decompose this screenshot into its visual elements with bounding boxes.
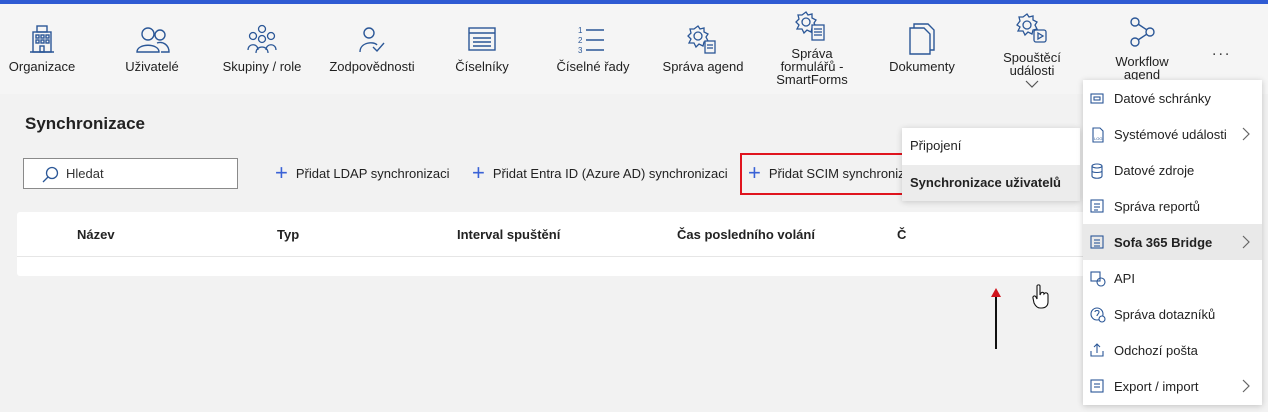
chevron-right-icon bbox=[1242, 235, 1250, 249]
toolbar-item-sprava-formularu[interactable]: Správa formulářů - SmartForms bbox=[766, 4, 858, 94]
search-input[interactable]: Hledat bbox=[23, 158, 238, 189]
svg-text:LOG: LOG bbox=[1094, 136, 1102, 141]
table-divider bbox=[17, 256, 1087, 257]
toolbar-label: Uživatelé bbox=[125, 59, 179, 74]
menu-item-odchozi-posta[interactable]: Odchozí pošta bbox=[1083, 332, 1262, 368]
log-file-icon: LOG bbox=[1092, 127, 1104, 143]
menu-item-export-import[interactable]: Export / import bbox=[1083, 368, 1262, 404]
bridge-submenu: Připojení Synchronizace uživatelů bbox=[902, 128, 1080, 201]
toolbar-label: Správa agend bbox=[662, 59, 744, 74]
chevron-down-icon bbox=[1025, 80, 1039, 88]
plus-icon: + bbox=[748, 160, 761, 185]
toolbar-item-ciselniky[interactable]: Číselníky bbox=[442, 4, 522, 94]
database-icon bbox=[1091, 163, 1103, 179]
mailbox-icon bbox=[1090, 93, 1104, 104]
toolbar-label: Dokumenty bbox=[889, 59, 955, 74]
toolbar-label: Zodpovědnosti bbox=[329, 59, 415, 74]
users-icon bbox=[136, 27, 170, 53]
action-label: Přidat LDAP synchronizaci bbox=[295, 165, 450, 181]
toolbar-item-spousteci-udalosti[interactable]: Spouštěcí události bbox=[986, 4, 1078, 94]
outbox-icon bbox=[1090, 343, 1104, 357]
more-menu-button[interactable]: ... bbox=[1212, 42, 1231, 60]
chevron-right-icon bbox=[1242, 379, 1250, 393]
column-header-interval[interactable]: Interval spuštění bbox=[457, 227, 560, 242]
sync-table: Název Typ Interval spuštění Čas poslední… bbox=[17, 212, 1087, 276]
toolbar-label-line2: události bbox=[1009, 63, 1055, 78]
column-header-typ[interactable]: Typ bbox=[277, 227, 299, 242]
menu-item-sprava-dotazniku[interactable]: Správa dotazníků bbox=[1083, 296, 1262, 332]
toolbar-label: Organizace bbox=[8, 59, 76, 74]
svg-text:2: 2 bbox=[578, 36, 583, 45]
menu-item-datove-schranky[interactable]: Datové schránky bbox=[1083, 80, 1262, 116]
plus-icon: + bbox=[472, 160, 485, 185]
list-window-icon bbox=[468, 27, 496, 51]
user-check-icon bbox=[359, 27, 385, 53]
toolbar-item-dokumenty[interactable]: Dokumenty bbox=[874, 4, 970, 94]
menu-item-sprava-reportu[interactable]: Správa reportů bbox=[1083, 188, 1262, 224]
annotation-arrow-icon bbox=[991, 288, 1001, 349]
more-dropdown-menu: Datové schránky LOG Systémové události D… bbox=[1083, 80, 1262, 405]
main-toolbar: Organizace Uživatelé Skupiny / role Zodp… bbox=[0, 4, 1268, 94]
search-placeholder: Hledat bbox=[66, 166, 104, 181]
add-entra-id-sync-button[interactable]: + Přidat Entra ID (Azure AD) synchroniza… bbox=[472, 160, 728, 185]
menu-item-systemove-udalosti[interactable]: LOG Systémové události bbox=[1083, 116, 1262, 152]
toolbar-item-uzivatele[interactable]: Uživatelé bbox=[106, 4, 198, 94]
toolbar-label-line3: SmartForms bbox=[776, 72, 848, 87]
add-ldap-sync-button[interactable]: + Přidat LDAP synchronizaci bbox=[275, 160, 450, 185]
svg-text:3: 3 bbox=[578, 46, 583, 54]
gear-play-icon bbox=[1016, 13, 1047, 43]
toolbar-item-sprava-agend[interactable]: Správa agend bbox=[656, 4, 750, 94]
hand-cursor-icon bbox=[1032, 284, 1049, 309]
menu-item-api[interactable]: API bbox=[1083, 260, 1262, 296]
toolbar-label: Skupiny / role bbox=[222, 59, 302, 74]
toolbar-item-zodpovednosti[interactable]: Zodpovědnosti bbox=[324, 4, 420, 94]
gear-form-icon bbox=[795, 11, 825, 41]
toolbar-label: Číselníky bbox=[455, 59, 509, 74]
gear-clipboard-icon bbox=[687, 25, 716, 54]
submenu-item-synchronizace-uzivatelu[interactable]: Synchronizace uživatelů bbox=[902, 165, 1080, 201]
toolbar-label: Číselné řady bbox=[556, 59, 630, 74]
building-icon bbox=[30, 25, 54, 53]
column-header-nazev[interactable]: Název bbox=[77, 227, 115, 242]
menu-item-sofa-365-bridge[interactable]: Sofa 365 Bridge bbox=[1083, 224, 1262, 260]
share-nodes-icon bbox=[1130, 17, 1155, 47]
menu-item-datove-zdroje[interactable]: Datové zdroje bbox=[1083, 152, 1262, 188]
bridge-icon bbox=[1090, 235, 1104, 249]
action-label: Přidat Entra ID (Azure AD) synchronizaci bbox=[492, 165, 728, 181]
svg-text:1: 1 bbox=[578, 26, 583, 35]
documents-icon bbox=[909, 23, 935, 55]
search-icon bbox=[42, 166, 59, 183]
group-icon bbox=[247, 24, 277, 54]
column-header-truncated[interactable]: Č bbox=[897, 227, 906, 242]
submenu-item-pripojeni[interactable]: Připojení bbox=[902, 128, 1080, 164]
page-title: Synchronizace bbox=[25, 114, 145, 133]
numbered-list-icon: 123 bbox=[578, 26, 604, 54]
add-scim-sync-button[interactable]: + Přidat SCIM synchronizaci bbox=[748, 160, 922, 185]
toolbar-item-skupiny-role[interactable]: Skupiny / role bbox=[214, 4, 310, 94]
action-label: Přidat SCIM synchronizaci bbox=[768, 165, 922, 181]
plus-icon: + bbox=[275, 160, 288, 185]
report-icon bbox=[1090, 199, 1104, 213]
questionnaire-icon bbox=[1090, 307, 1106, 323]
toolbar-item-ciselne-rady[interactable]: 123 Číselné řady bbox=[546, 4, 640, 94]
export-icon bbox=[1090, 379, 1104, 393]
toolbar-item-organizace[interactable]: Organizace bbox=[0, 4, 84, 94]
api-icon bbox=[1090, 271, 1106, 287]
chevron-right-icon bbox=[1242, 127, 1250, 141]
column-header-cas-volani[interactable]: Čas posledního volání bbox=[677, 227, 815, 242]
